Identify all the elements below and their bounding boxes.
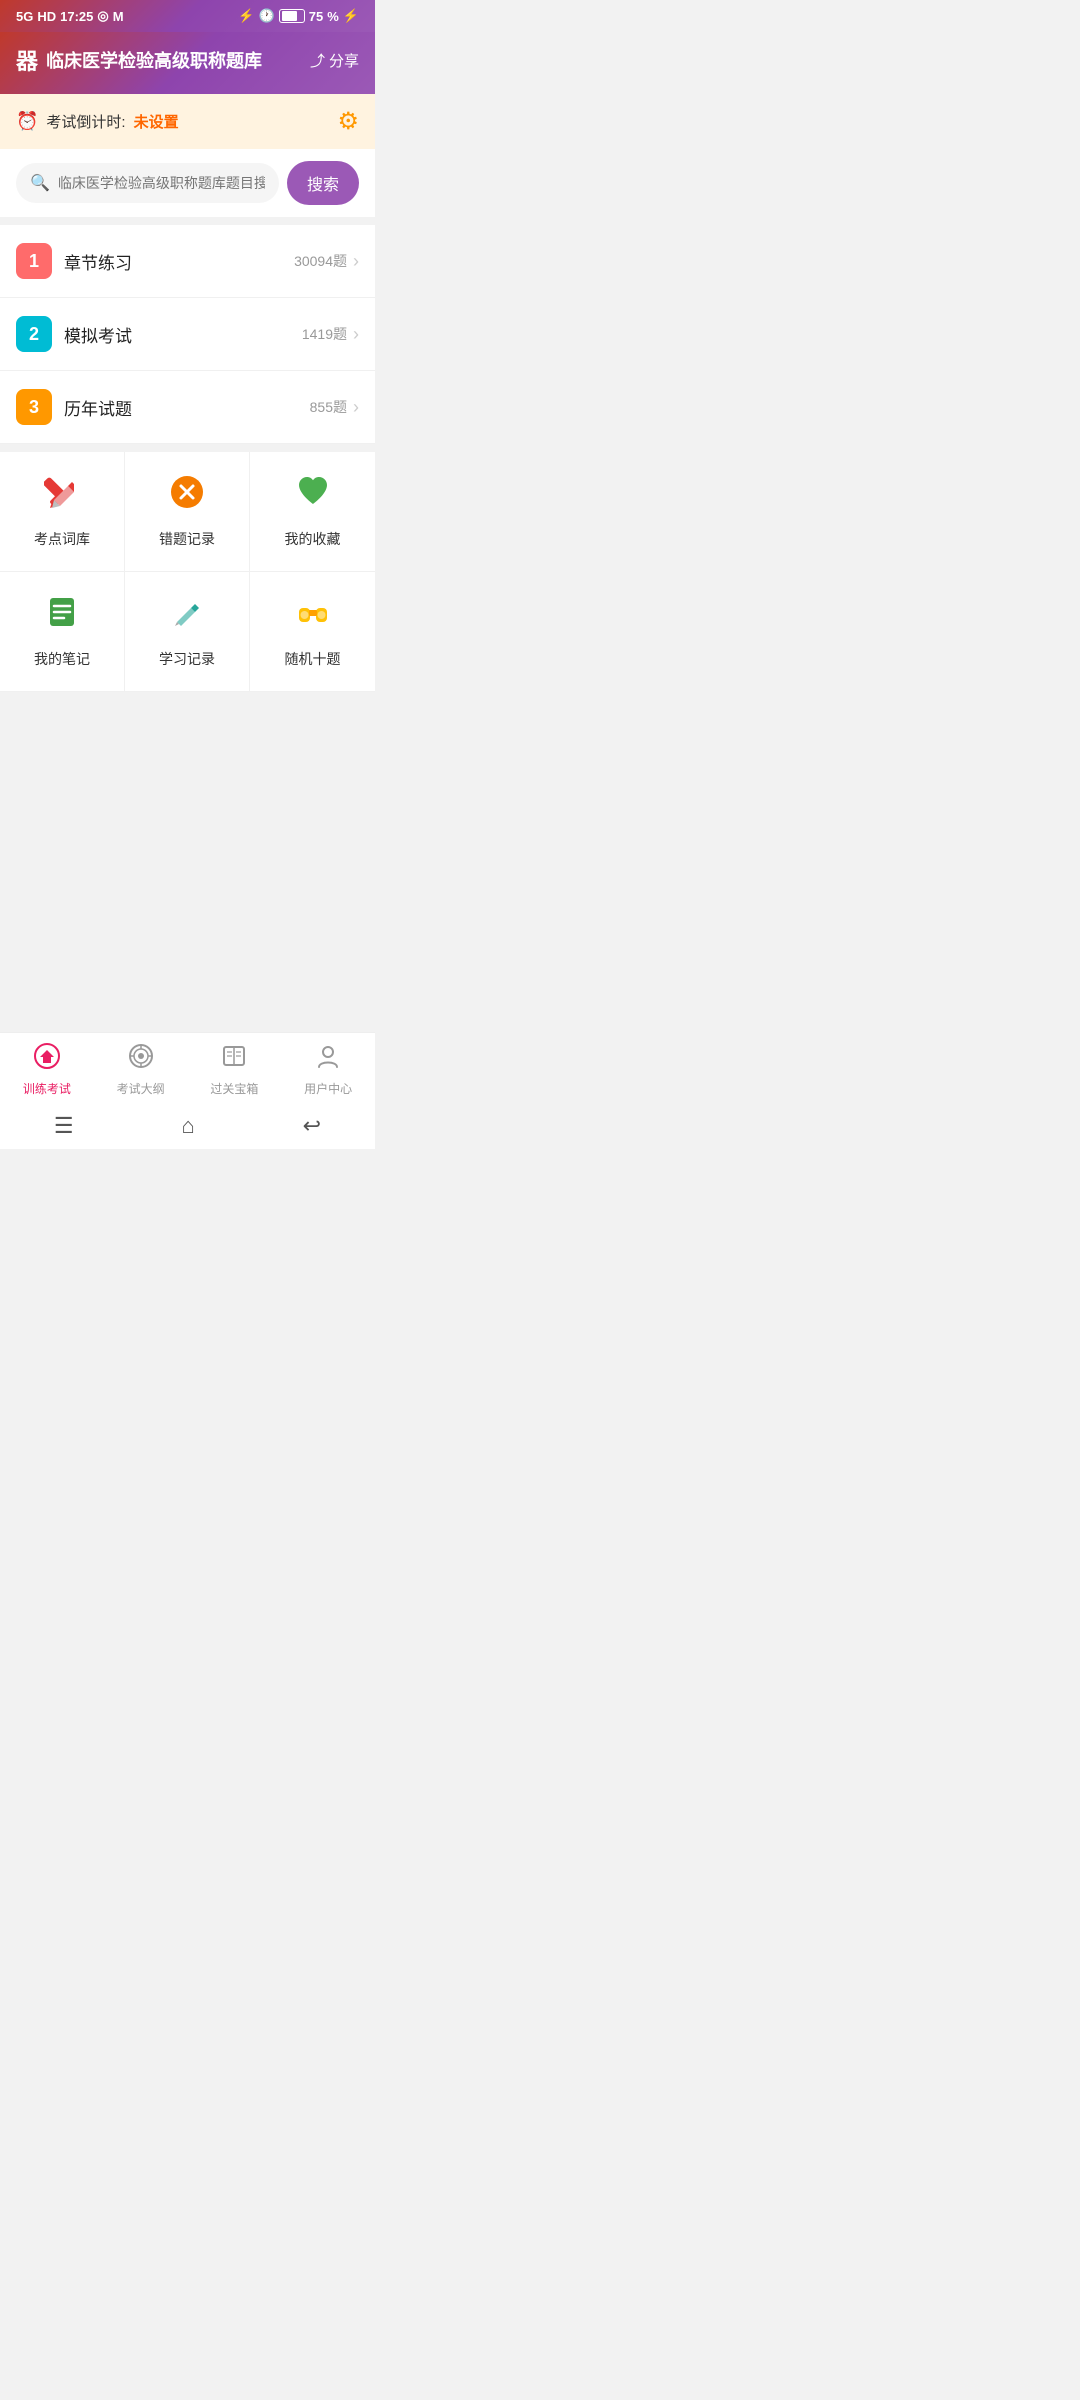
- category-item-chapter[interactable]: 1 章节练习 30094题 ›: [0, 225, 375, 298]
- category-count-3: 855题: [310, 397, 347, 417]
- search-button[interactable]: 搜索: [287, 161, 359, 205]
- category-list: 1 章节练习 30094题 › 2 模拟考试 1419题 › 3 历年试题 85…: [0, 225, 375, 444]
- countdown-bar: ⏰ 考试倒计时: 未设置 ⚙: [0, 94, 375, 149]
- android-nav: ☰ ⌂ ↩: [0, 1101, 375, 1149]
- battery-percent: 75: [309, 9, 323, 24]
- app-title: 临床医学检验高级职称题库: [46, 47, 262, 73]
- binoculars-icon: [295, 594, 331, 639]
- nav-item-user[interactable]: 用户中心: [281, 1043, 375, 1097]
- grid-item-keyword[interactable]: 考点词库: [0, 452, 125, 571]
- target-icon: [128, 1043, 154, 1076]
- clock-icon: ⏰: [16, 111, 38, 132]
- grid-row-1: 考点词库 错题记录 我的收藏: [0, 452, 375, 572]
- grid-item-favorites[interactable]: 我的收藏: [250, 452, 375, 571]
- grid-row-2: 我的笔记 学习记录 随机十题: [0, 572, 375, 692]
- grid-label-notes: 我的笔记: [34, 649, 90, 669]
- empty-content-area: [0, 692, 375, 1032]
- nav-label-user: 用户中心: [304, 1080, 352, 1097]
- heart-icon: [295, 474, 331, 519]
- category-name-2: 模拟考试: [64, 322, 302, 347]
- header-title-group: 器 临床医学检验高级职称题库: [16, 44, 262, 76]
- grid-label-favorites: 我的收藏: [285, 529, 341, 549]
- category-item-mock[interactable]: 2 模拟考试 1419题 ›: [0, 298, 375, 371]
- android-home-icon[interactable]: ⌂: [182, 1113, 195, 1139]
- status-bar: 5G HD 17:25 ◎ M ⚡ 🕐 75% ⚡: [0, 0, 375, 32]
- search-input-wrap: 🔍: [16, 163, 279, 203]
- countdown-label: 考试倒计时:: [46, 111, 125, 132]
- share-button[interactable]: ⤴ 分享: [310, 50, 359, 71]
- nav-item-practice[interactable]: 训练考试: [0, 1043, 94, 1097]
- grid-item-notes[interactable]: 我的笔记: [0, 572, 125, 691]
- clock-status-icon: 🕐: [259, 8, 275, 24]
- time: 17:25: [60, 9, 93, 24]
- status-right: ⚡ 🕐 75% ⚡: [238, 8, 359, 24]
- pencil-icon: [44, 474, 80, 519]
- compass-icon: ◎: [97, 8, 108, 24]
- chevron-icon-3: ›: [353, 397, 359, 418]
- chevron-icon-1: ›: [353, 251, 359, 272]
- search-input[interactable]: [58, 175, 265, 191]
- bottom-nav: 训练考试 考试大纲 过关宝: [0, 1032, 375, 1101]
- android-menu-icon[interactable]: ☰: [54, 1113, 74, 1139]
- app-icon: 器: [16, 44, 38, 76]
- grid-item-mistakes[interactable]: 错题记录: [125, 452, 250, 571]
- m-icon: M: [113, 9, 124, 24]
- category-name-3: 历年试题: [64, 395, 310, 420]
- category-name-1: 章节练习: [64, 249, 294, 274]
- category-item-history[interactable]: 3 历年试题 855题 ›: [0, 371, 375, 444]
- status-left: 5G HD 17:25 ◎ M: [16, 8, 124, 24]
- category-num-2: 2: [16, 316, 52, 352]
- nav-item-outline[interactable]: 考试大纲: [94, 1043, 188, 1097]
- notes-icon: [44, 594, 80, 639]
- book-icon: [221, 1043, 247, 1076]
- x-circle-icon: [169, 474, 205, 519]
- search-bar: 🔍 搜索: [16, 161, 359, 205]
- nav-label-treasure: 过关宝箱: [210, 1080, 258, 1097]
- home-icon: [34, 1043, 60, 1076]
- pen-icon: [169, 594, 205, 639]
- signal-icon: 5G: [16, 9, 33, 24]
- grid-item-study-record[interactable]: 学习记录: [125, 572, 250, 691]
- app-header: 器 临床医学检验高级职称题库 ⤴ 分享: [0, 32, 375, 94]
- bluetooth-icon: ⚡: [238, 8, 254, 24]
- countdown-value: 未设置: [134, 111, 179, 132]
- nav-label-practice: 训练考试: [23, 1080, 71, 1097]
- user-icon: [315, 1043, 341, 1076]
- category-num-3: 3: [16, 389, 52, 425]
- category-count-1: 30094题: [294, 251, 347, 271]
- grid-item-random[interactable]: 随机十题: [250, 572, 375, 691]
- search-icon: 🔍: [30, 173, 50, 193]
- category-count-2: 1419题: [302, 324, 347, 344]
- flash-icon: ⚡: [343, 8, 359, 24]
- nav-item-treasure[interactable]: 过关宝箱: [188, 1043, 282, 1097]
- settings-icon[interactable]: ⚙: [337, 107, 359, 136]
- countdown-left: ⏰ 考试倒计时: 未设置: [16, 111, 179, 132]
- chevron-icon-2: ›: [353, 324, 359, 345]
- grid-label-keyword: 考点词库: [34, 529, 90, 549]
- grid-label-random: 随机十题: [285, 649, 341, 669]
- search-section: 🔍 搜索: [0, 149, 375, 217]
- category-num-1: 1: [16, 243, 52, 279]
- share-icon: ⤴: [310, 50, 325, 71]
- grid-label-mistakes: 错题记录: [159, 529, 215, 549]
- hd-icon: HD: [37, 9, 56, 24]
- grid-label-study-record: 学习记录: [159, 649, 215, 669]
- nav-label-outline: 考试大纲: [117, 1080, 165, 1097]
- android-back-icon[interactable]: ↩: [303, 1113, 321, 1139]
- battery-icon: [279, 9, 305, 23]
- grid-section: 考点词库 错题记录 我的收藏: [0, 452, 375, 692]
